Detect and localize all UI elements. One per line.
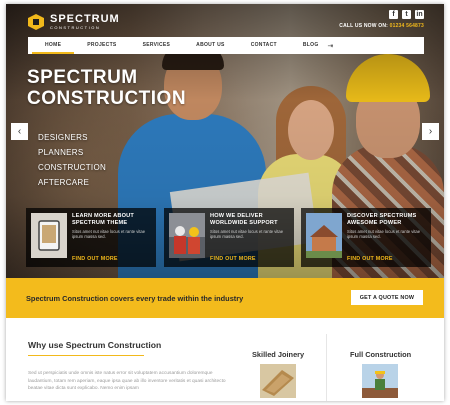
website-screenshot: SPECTRUM CONSTRUCTION f t in CALL US NOW…: [6, 4, 444, 401]
section-title: Why use Spectrum Construction: [28, 340, 162, 350]
slider-prev-button[interactable]: ‹: [11, 123, 28, 140]
section-body-text: Sed ut perspiciatis unde omnis iste natu…: [28, 371, 226, 392]
list-item: PLANNERS: [38, 148, 84, 157]
get-a-quote-button[interactable]: GET A QUOTE NOW: [351, 290, 423, 305]
nav-item-about-us[interactable]: ABOUT US: [183, 37, 238, 54]
find-out-more-link[interactable]: FIND OUT MORE: [72, 256, 151, 262]
service-title[interactable]: Full Construction: [350, 350, 411, 359]
site-logo[interactable]: SPECTRUM CONSTRUCTION: [28, 14, 120, 30]
find-out-more-link[interactable]: FIND OUT MORE: [347, 256, 426, 262]
feature-card[interactable]: HOW WE DELIVER WORLDWIDE SUPPORT Sitos a…: [164, 208, 294, 267]
card-title: WORLDWIDE SUPPORT: [210, 219, 278, 226]
social-links: f t in: [389, 10, 424, 19]
main-nav: HOME PROJECTS SERVICES ABOUT US CONTACT …: [28, 37, 424, 54]
tablet-thumbnail: [31, 213, 67, 258]
card-title: AWESOME POWER: [347, 219, 402, 226]
nav-item-services[interactable]: SERVICES: [130, 37, 184, 54]
service-title[interactable]: Skilled Joinery: [252, 350, 304, 359]
chevron-right-icon: ›: [428, 126, 433, 137]
title-underline: [28, 355, 144, 356]
nav-item-blog[interactable]: BLOG: [290, 37, 332, 54]
logo-name: SPECTRUM: [50, 13, 120, 25]
construction-thumbnail[interactable]: [362, 364, 398, 398]
hero-headline-line-2: CONSTRUCTION: [27, 88, 187, 109]
hero-headline: SPECTRUM CONSTRUCTION: [27, 67, 186, 109]
facebook-icon[interactable]: f: [389, 10, 398, 19]
workers-thumbnail: [169, 213, 205, 258]
card-text: Sitos amet nut vitae locus et rante vita…: [210, 229, 284, 240]
hero-service-list: DESIGNERS PLANNERS CONSTRUCTION AFTERCAR…: [38, 130, 106, 190]
chevron-left-icon: ‹: [17, 126, 22, 137]
cta-band: Spectrum Construction covers every trade…: [6, 278, 444, 318]
list-item: DESIGNERS: [38, 133, 88, 142]
twitter-icon[interactable]: t: [402, 10, 411, 19]
slider-next-button[interactable]: ›: [422, 123, 439, 140]
card-text: Sitos amet nut vitae locus et rante vita…: [72, 229, 146, 240]
linkedin-icon[interactable]: in: [415, 10, 424, 19]
list-item: AFTERCARE: [38, 178, 90, 187]
house-thumbnail: [306, 213, 342, 258]
login-icon[interactable]: ⇥: [328, 42, 334, 50]
column-divider: [326, 334, 327, 401]
cta-text: Spectrum Construction covers every trade…: [26, 294, 244, 303]
list-item: CONSTRUCTION: [38, 163, 107, 172]
card-title: SPECTRUM THEME: [72, 219, 128, 226]
logo-subtitle: CONSTRUCTION: [50, 25, 101, 30]
card-title: DISCOVER SPECTRUMS: [347, 213, 417, 219]
nav-item-home[interactable]: HOME: [32, 37, 75, 54]
phone-number[interactable]: 01234 564873: [390, 23, 424, 29]
joinery-thumbnail[interactable]: [260, 364, 296, 398]
card-text: Sitos amet nut vitae locus et rante vita…: [347, 229, 421, 240]
find-out-more-link[interactable]: FIND OUT MORE: [210, 256, 289, 262]
card-title: HOW WE DELIVER: [210, 213, 263, 219]
nav-item-contact[interactable]: CONTACT: [238, 37, 290, 54]
hero-headline-line-1: SPECTRUM: [27, 67, 138, 88]
logo-hexagon-icon: [28, 14, 44, 30]
nav-item-projects[interactable]: PROJECTS: [74, 37, 129, 54]
call-us: CALL US NOW ON: 01234 564873: [339, 23, 424, 29]
card-title: LEARN MORE ABOUT: [72, 213, 135, 219]
feature-card[interactable]: DISCOVER SPECTRUMS AWESOME POWER Sitos a…: [301, 208, 431, 267]
feature-card[interactable]: LEARN MORE ABOUT SPECTRUM THEME Sitos am…: [26, 208, 156, 267]
call-label: CALL US NOW ON:: [339, 23, 389, 29]
